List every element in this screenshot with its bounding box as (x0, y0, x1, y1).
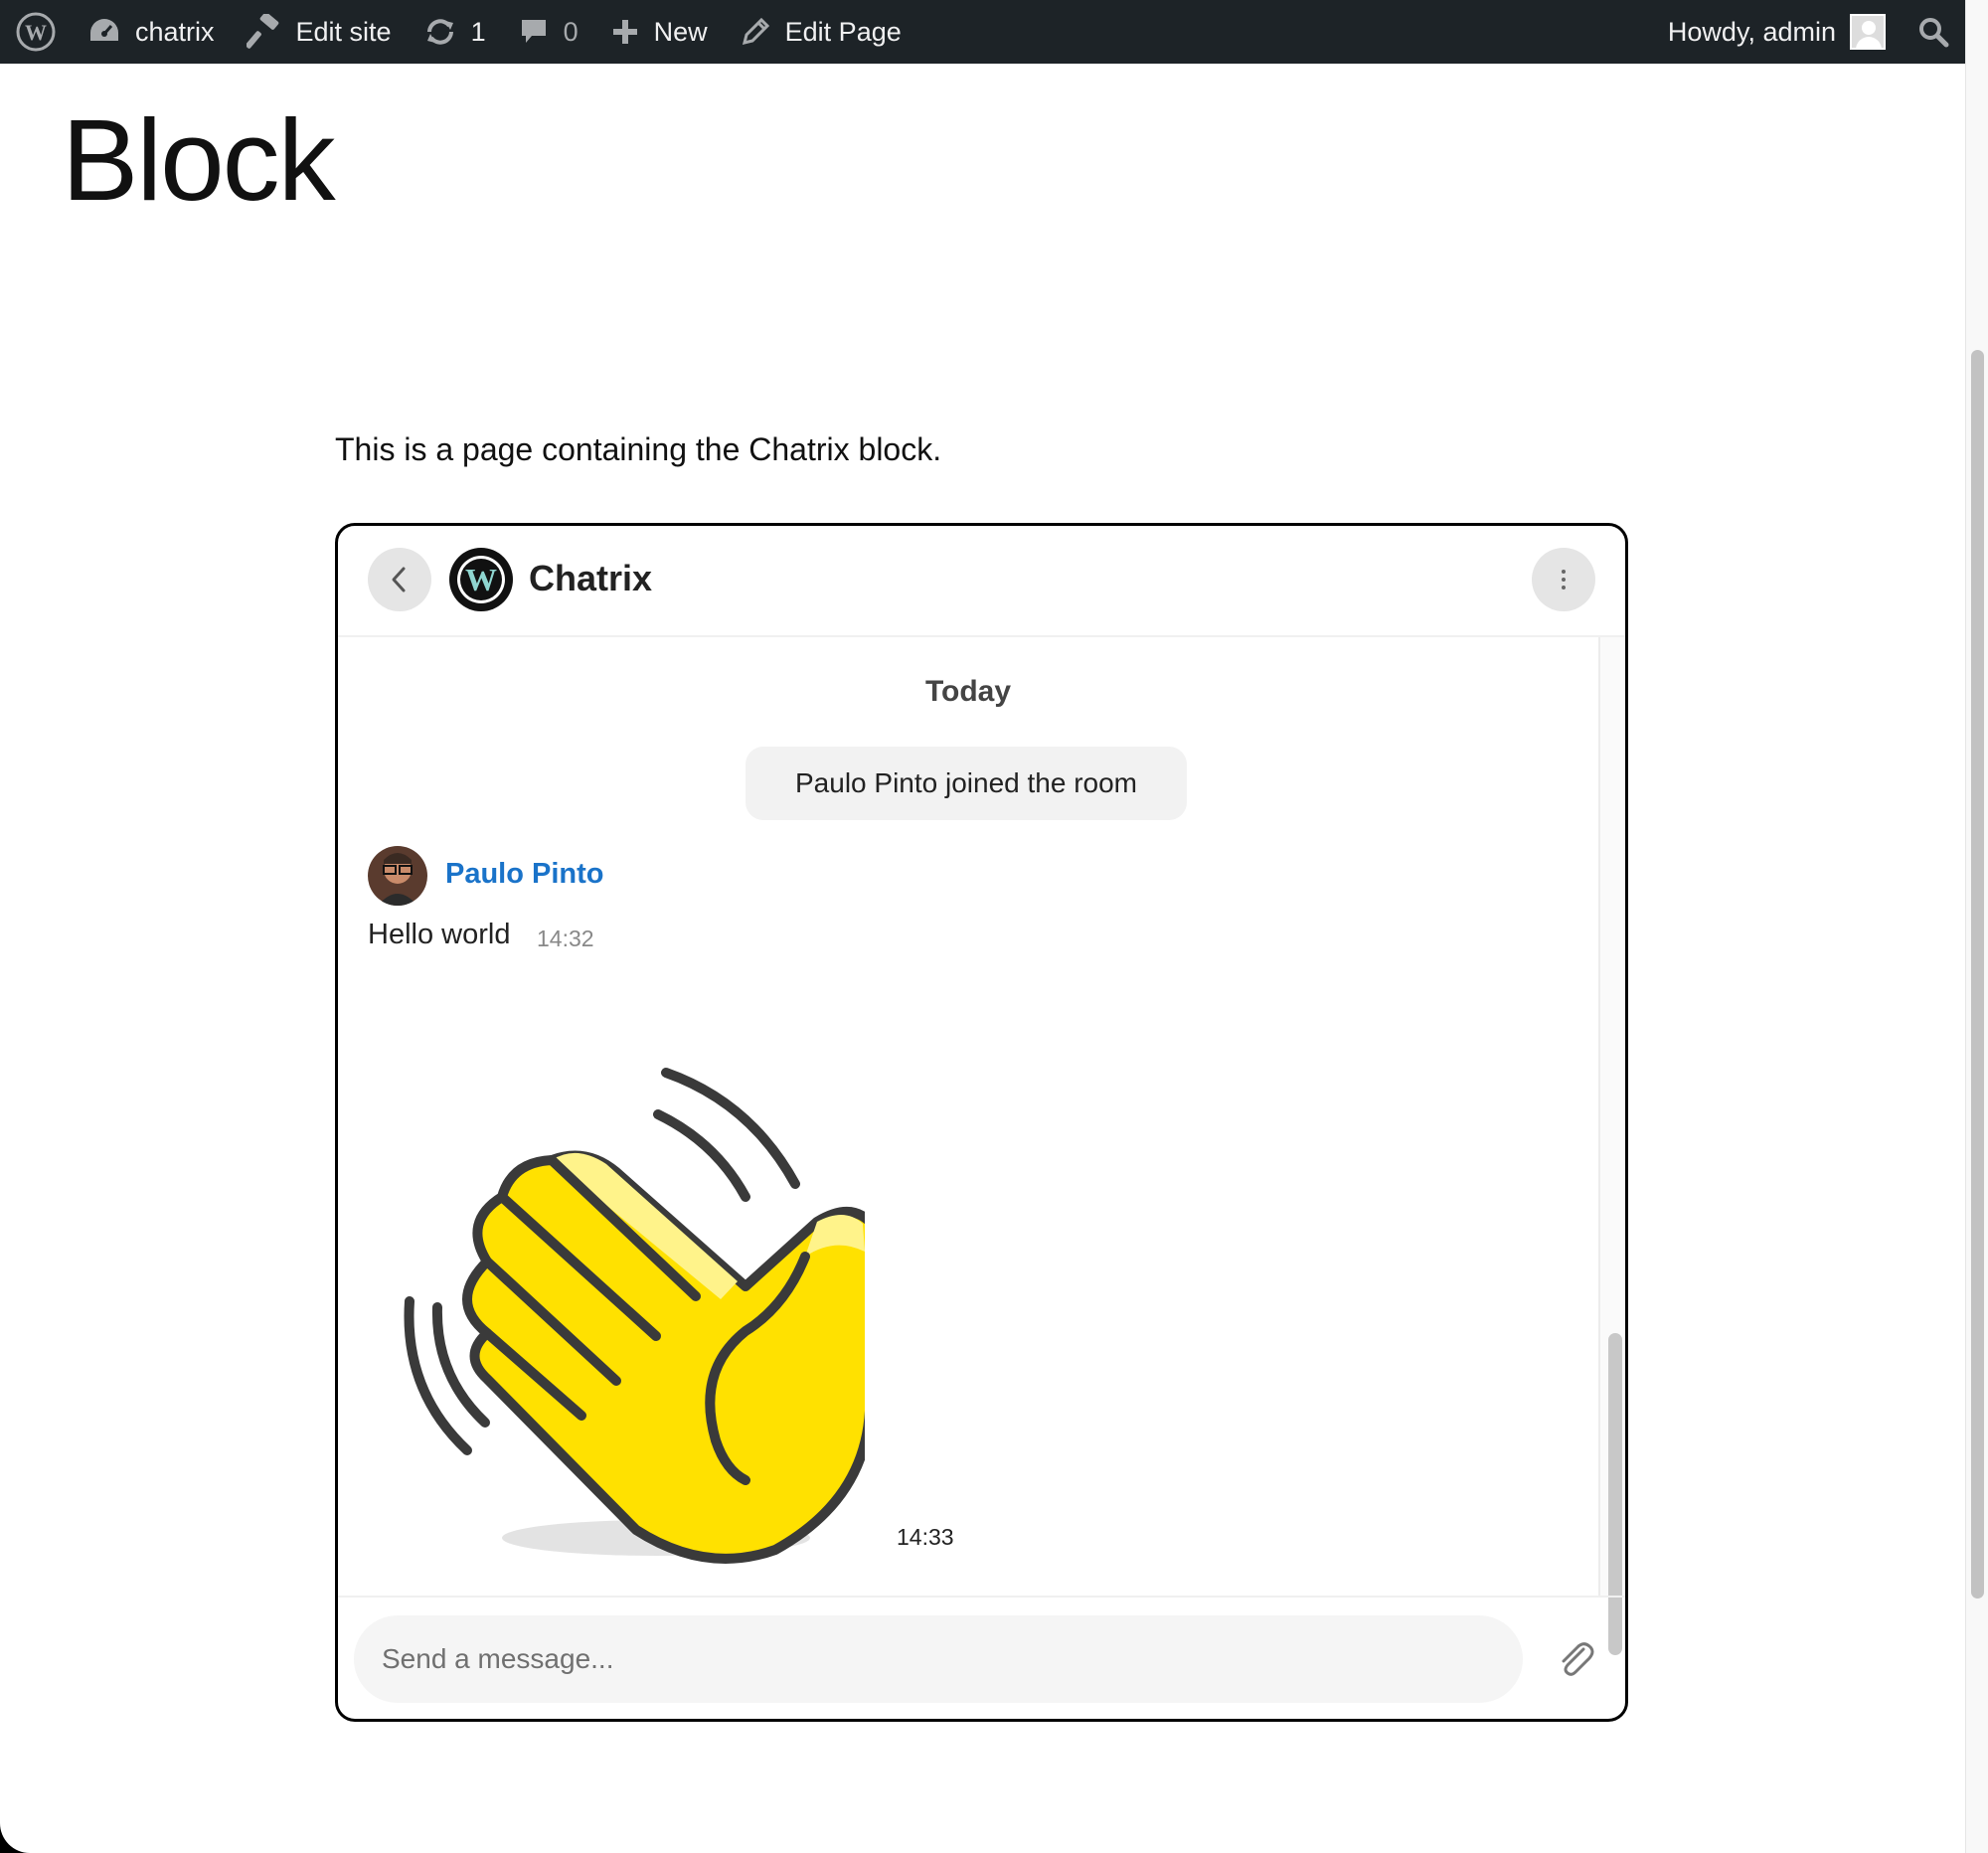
sender-avatar[interactable] (368, 846, 427, 906)
search-button[interactable] (1902, 0, 1965, 64)
chat-header: W Chatrix (338, 526, 1625, 637)
chevron-left-icon (392, 567, 406, 592)
svg-text:W: W (25, 20, 47, 45)
new-content-menu[interactable]: New (594, 0, 724, 64)
page-content: Block This is a page containing the Chat… (0, 64, 1965, 1853)
dashboard-icon (90, 19, 118, 41)
sender-name[interactable]: Paulo Pinto (445, 858, 604, 891)
avatar (1850, 14, 1886, 50)
site-name-label: chatrix (135, 16, 215, 47)
updates-link[interactable]: 1 (408, 0, 502, 64)
svg-text:W: W (465, 562, 497, 597)
search-icon (1919, 18, 1949, 48)
refresh-icon (426, 19, 453, 45)
wp-logo-menu[interactable]: W (0, 0, 72, 64)
wordpress-logo-icon: W (16, 12, 56, 52)
room-avatar: W (449, 548, 513, 611)
page-title: Block (62, 95, 336, 225)
message-body: Hello world (368, 919, 511, 950)
hammer-icon (246, 14, 278, 49)
pencil-icon (742, 17, 769, 46)
message-timestamp: 14:32 (537, 926, 594, 951)
edit-site-link[interactable]: Edit site (231, 0, 408, 64)
comment-icon (521, 20, 546, 43)
membership-event: Paulo Pinto joined the room (746, 747, 1187, 820)
page-intro-text: This is a page containing the Chatrix bl… (335, 431, 942, 467)
chatrix-block: W Chatrix Today Paulo Pinto joined the r… (335, 523, 1628, 1722)
more-vertical-icon (1562, 570, 1566, 590)
page-scrollbar[interactable] (1965, 0, 1988, 1853)
wp-admin-bar: W chatrix Edit site 1 0 New Edit Page Ho… (0, 0, 1965, 64)
message-composer (338, 1596, 1625, 1719)
edit-page-label: Edit Page (784, 16, 902, 47)
my-account-menu[interactable]: Howdy, admin (1652, 0, 1902, 64)
back-button[interactable] (368, 548, 431, 611)
scrollbar-thumb[interactable] (1971, 350, 1984, 1599)
timeline-scrollbar[interactable] (1598, 637, 1625, 1655)
sticker-timestamp: 14:33 (897, 1524, 954, 1550)
room-name: Chatrix (529, 558, 653, 598)
date-separator: Today (924, 675, 1012, 708)
timeline: Today Paulo Pinto joined the room Paulo … (338, 637, 1598, 1596)
message-input[interactable] (354, 1615, 1523, 1703)
updates-count: 1 (470, 16, 486, 47)
new-label: New (653, 16, 708, 47)
edit-site-label: Edit site (295, 16, 392, 47)
edit-page-link[interactable]: Edit Page (724, 0, 917, 64)
wordpress-logo-icon: W (457, 556, 505, 603)
site-name-menu[interactable]: chatrix (72, 0, 231, 64)
room-options-button[interactable] (1532, 548, 1595, 611)
comments-count: 0 (563, 16, 579, 47)
waving-hand-sticker[interactable] (368, 1033, 865, 1590)
comments-link[interactable]: 0 (502, 0, 594, 64)
plus-icon (612, 20, 637, 44)
howdy-label: Howdy, admin (1667, 16, 1836, 47)
avatar (368, 846, 427, 906)
paperclip-icon[interactable] (1554, 1637, 1597, 1681)
